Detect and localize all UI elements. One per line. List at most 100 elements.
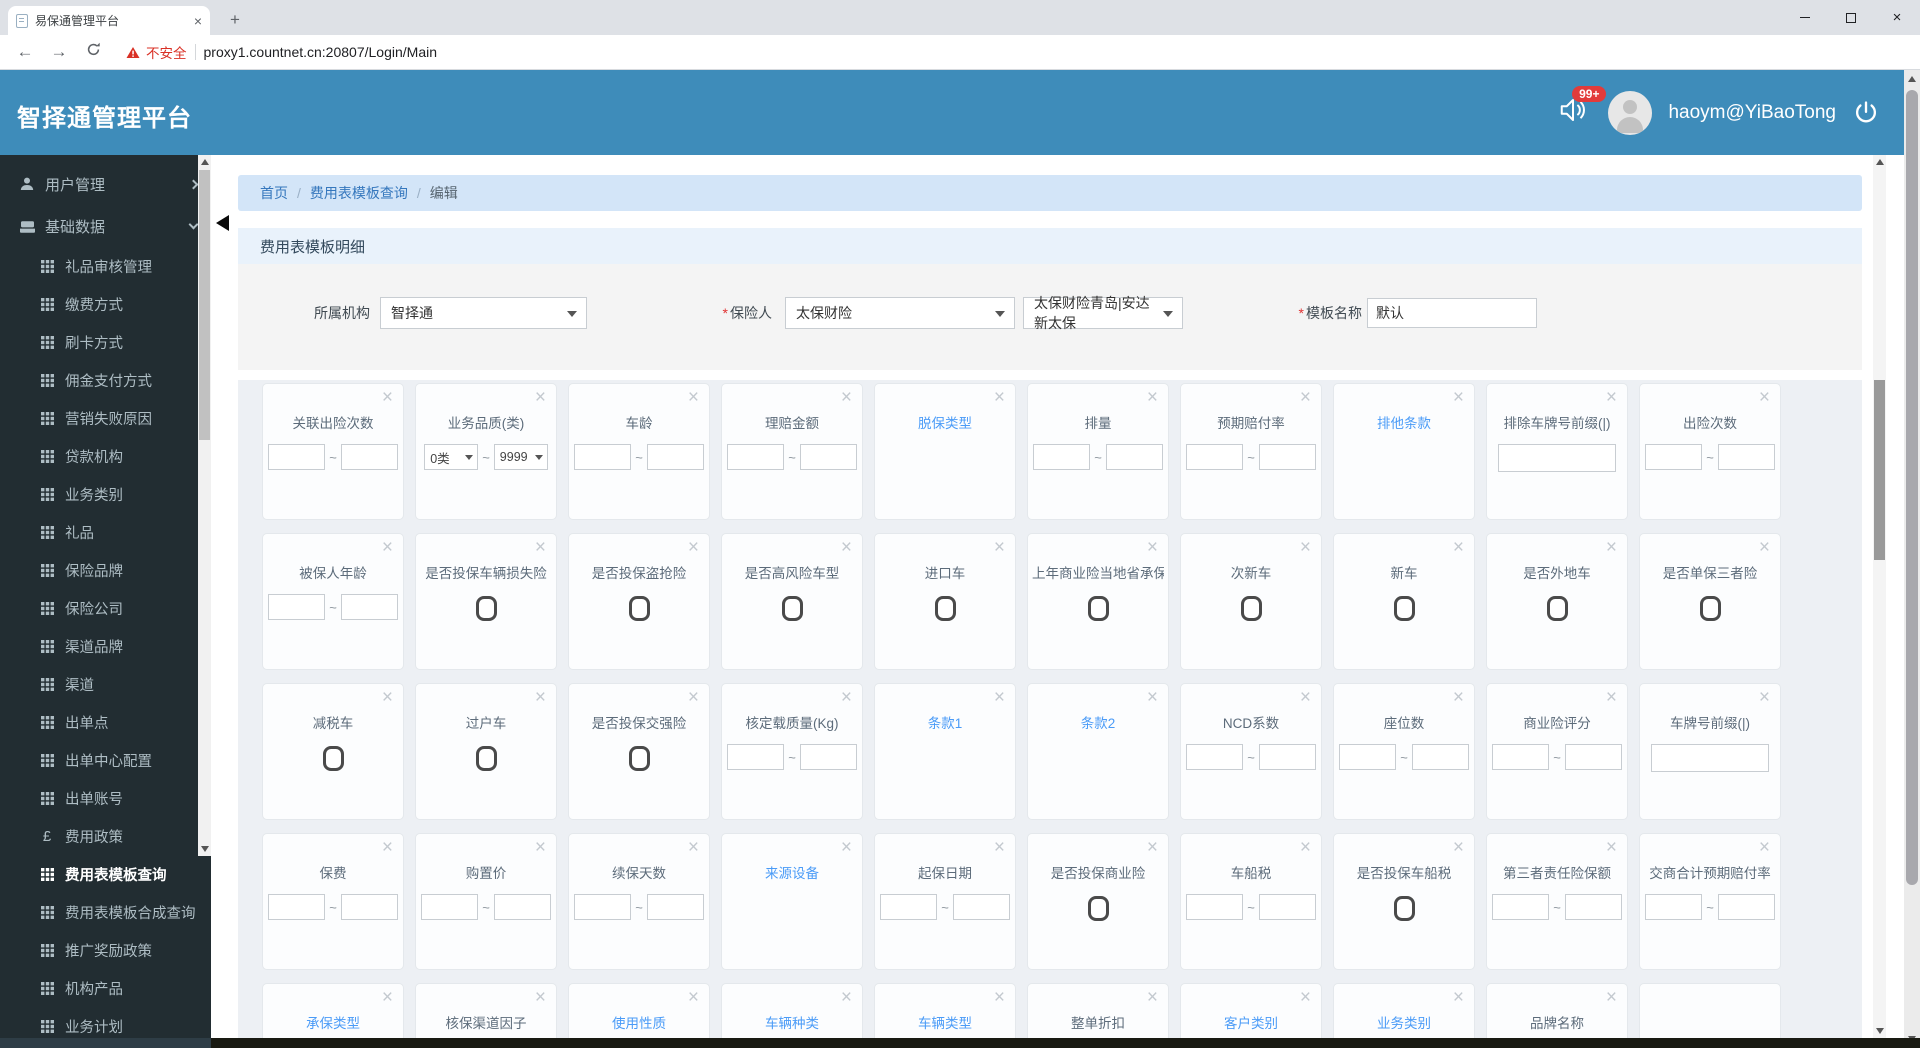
- card-close-icon[interactable]: ×: [1606, 838, 1617, 857]
- card-close-icon[interactable]: ×: [1606, 538, 1617, 557]
- sidebar-item-礼品[interactable]: 礼品: [0, 513, 211, 551]
- checkbox[interactable]: [1240, 596, 1262, 621]
- range-max-select[interactable]: 9999: [493, 444, 548, 470]
- card-close-icon[interactable]: ×: [1147, 988, 1158, 1007]
- sidebar-collapse-arrow[interactable]: [216, 215, 229, 231]
- range-min-input[interactable]: [1186, 894, 1244, 920]
- range-max-input[interactable]: [1105, 444, 1163, 470]
- range-min-input[interactable]: [1645, 444, 1703, 470]
- range-min-input[interactable]: [421, 894, 479, 920]
- url-text[interactable]: proxy1.countnet.cn:20807/Login/Main: [204, 44, 438, 60]
- range-min-input[interactable]: [880, 894, 938, 920]
- sidebar-scroll-down[interactable]: [198, 842, 211, 856]
- card-title-link[interactable]: 车辆种类: [726, 1012, 858, 1032]
- range-min-input[interactable]: [1645, 894, 1703, 920]
- range-min-input[interactable]: [1186, 444, 1244, 470]
- prefix-input[interactable]: [1498, 444, 1616, 472]
- card-close-icon[interactable]: ×: [1147, 688, 1158, 707]
- card-title-link[interactable]: 来源设备: [726, 862, 858, 882]
- card-close-icon[interactable]: ×: [1453, 688, 1464, 707]
- range-min-input[interactable]: [1339, 744, 1397, 770]
- checkbox[interactable]: [1393, 896, 1415, 921]
- card-close-icon[interactable]: ×: [1606, 988, 1617, 1007]
- card-close-icon[interactable]: ×: [994, 388, 1005, 407]
- org-select[interactable]: 智择通: [380, 297, 587, 329]
- sidebar-item-渠道[interactable]: 渠道: [0, 665, 211, 703]
- card-close-icon[interactable]: ×: [1606, 388, 1617, 407]
- card-close-icon[interactable]: ×: [1300, 688, 1311, 707]
- range-max-input[interactable]: [1258, 444, 1316, 470]
- checkbox[interactable]: [475, 596, 497, 621]
- range-min-input[interactable]: [1186, 744, 1244, 770]
- back-button[interactable]: ←: [10, 42, 40, 62]
- card-close-icon[interactable]: ×: [1300, 988, 1311, 1007]
- minimize-button[interactable]: [1782, 0, 1828, 35]
- card-close-icon[interactable]: ×: [841, 538, 852, 557]
- checkbox[interactable]: [1546, 596, 1568, 621]
- card-close-icon[interactable]: ×: [841, 988, 852, 1007]
- range-max-input[interactable]: [340, 894, 398, 920]
- card-close-icon[interactable]: ×: [382, 388, 393, 407]
- sidebar-item-机构产品[interactable]: 机构产品: [0, 969, 211, 1007]
- range-max-input[interactable]: [799, 744, 857, 770]
- card-close-icon[interactable]: ×: [1759, 838, 1770, 857]
- sidebar-scrollbar[interactable]: [198, 155, 211, 856]
- range-max-input[interactable]: [799, 444, 857, 470]
- checkbox[interactable]: [1087, 896, 1109, 921]
- range-max-input[interactable]: [1258, 744, 1316, 770]
- range-max-input[interactable]: [1564, 894, 1622, 920]
- checkbox[interactable]: [934, 596, 956, 621]
- card-title-link[interactable]: 承保类型: [267, 1012, 399, 1032]
- card-close-icon[interactable]: ×: [382, 688, 393, 707]
- card-close-icon[interactable]: ×: [1759, 538, 1770, 557]
- sidebar-scroll-thumb[interactable]: [199, 170, 210, 440]
- checkbox[interactable]: [1087, 596, 1109, 621]
- browser-tab[interactable]: 易保通管理平台 ×: [8, 6, 210, 35]
- avatar[interactable]: [1608, 90, 1653, 135]
- card-close-icon[interactable]: ×: [688, 988, 699, 1007]
- checkbox[interactable]: [781, 596, 803, 621]
- sidebar-item-费用表模板查询[interactable]: 费用表模板查询: [0, 855, 211, 893]
- reload-button[interactable]: [78, 42, 108, 62]
- sidebar-item-出单账号[interactable]: 出单账号: [0, 779, 211, 817]
- card-close-icon[interactable]: ×: [1453, 988, 1464, 1007]
- sidebar-item-贷款机构[interactable]: 贷款机构: [0, 437, 211, 475]
- card-close-icon[interactable]: ×: [1453, 388, 1464, 407]
- card-close-icon[interactable]: ×: [994, 688, 1005, 707]
- card-title-link[interactable]: 排他条款: [1338, 412, 1470, 432]
- card-title-link[interactable]: 脱保类型: [879, 412, 1011, 432]
- checkbox[interactable]: [628, 746, 650, 771]
- maximize-button[interactable]: [1828, 0, 1874, 35]
- range-min-input[interactable]: [268, 444, 326, 470]
- range-min-input[interactable]: [1033, 444, 1091, 470]
- sidebar-item-保险品牌[interactable]: 保险品牌: [0, 551, 211, 589]
- browser-scrollbar[interactable]: [1904, 70, 1920, 1048]
- card-title-link[interactable]: 客户类别: [1185, 1012, 1317, 1032]
- card-close-icon[interactable]: ×: [841, 388, 852, 407]
- card-close-icon[interactable]: ×: [994, 988, 1005, 1007]
- card-close-icon[interactable]: ×: [1453, 538, 1464, 557]
- card-close-icon[interactable]: ×: [688, 538, 699, 557]
- range-max-input[interactable]: [1411, 744, 1469, 770]
- sidebar-item-用户管理[interactable]: 用户管理: [0, 163, 211, 205]
- content-scrollbar[interactable]: [1873, 155, 1886, 1038]
- range-max-input[interactable]: [1258, 894, 1316, 920]
- card-close-icon[interactable]: ×: [1147, 388, 1158, 407]
- content-scroll-up[interactable]: [1873, 155, 1886, 169]
- breadcrumb-fee-template-query[interactable]: 费用表模板查询: [310, 183, 408, 203]
- sidebar-item-刷卡方式[interactable]: 刷卡方式: [0, 323, 211, 361]
- card-close-icon[interactable]: ×: [1147, 538, 1158, 557]
- forward-button[interactable]: →: [44, 42, 74, 62]
- checkbox[interactable]: [1699, 596, 1721, 621]
- range-max-input[interactable]: [646, 894, 704, 920]
- range-min-input[interactable]: [727, 444, 785, 470]
- card-close-icon[interactable]: ×: [1606, 688, 1617, 707]
- sidebar-item-基础数据[interactable]: 基础数据: [0, 205, 211, 247]
- range-max-input[interactable]: [952, 894, 1010, 920]
- card-close-icon[interactable]: ×: [994, 838, 1005, 857]
- range-min-input[interactable]: [574, 444, 632, 470]
- sidebar-item-推广奖励政策[interactable]: 推广奖励政策: [0, 931, 211, 969]
- card-close-icon[interactable]: ×: [841, 838, 852, 857]
- range-max-input[interactable]: [646, 444, 704, 470]
- card-close-icon[interactable]: ×: [535, 838, 546, 857]
